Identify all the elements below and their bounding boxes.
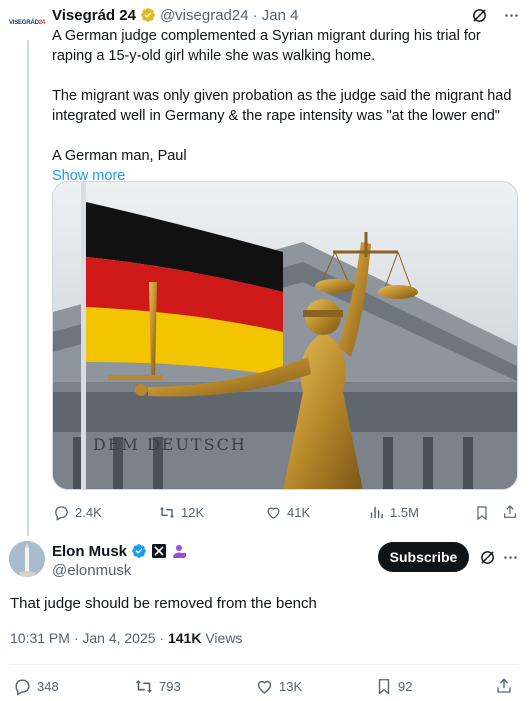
parent-like-button[interactable]: 41K [265, 504, 310, 521]
tweet-meta: 10:31 PM · Jan 4, 2025 · 141K Views [10, 630, 242, 646]
parent-tweet-text: A German judge complemented a Syrian mig… [52, 26, 520, 166]
main-tweet-text: That judge should be removed from the be… [10, 595, 317, 612]
premium-icon [173, 545, 187, 558]
tweet-date[interactable]: · Jan 4 [253, 7, 299, 24]
main-author-row: Elon Musk [52, 541, 187, 561]
grok-icon[interactable] [478, 548, 496, 566]
author-name[interactable]: Visegrád 24 [52, 7, 136, 24]
reply-icon [15, 679, 30, 696]
verified-gold-badge-icon [141, 8, 155, 22]
like-count: 41K [287, 505, 311, 520]
parent-tweet-header: Visegrád 24 @visegrad24 · Jan 4 [52, 4, 520, 26]
subscribe-button[interactable]: Subscribe [378, 542, 469, 572]
verified-badge-icon [132, 544, 146, 558]
like-icon [257, 680, 272, 694]
main-repost-count: 793 [159, 679, 181, 694]
bookmark-icon [378, 679, 390, 695]
grok-icon[interactable] [470, 6, 488, 24]
divider [10, 664, 518, 665]
views-count: 1.5M [390, 505, 419, 520]
main-repost-button[interactable]: 793 [134, 677, 181, 696]
like-icon [267, 507, 280, 519]
main-author-name[interactable]: Elon Musk [52, 543, 127, 560]
more-icon[interactable] [502, 6, 520, 24]
main-reply-count: 348 [37, 679, 59, 694]
tweet-media-image[interactable]: DEM DEUTSCH [52, 181, 518, 490]
main-action-bar: 348 793 13K 92 [0, 675, 529, 699]
main-share-button[interactable] [495, 676, 513, 696]
repost-count: 12K [181, 505, 205, 520]
avatar-photo [9, 541, 45, 577]
elon-avatar[interactable] [9, 541, 45, 577]
share-icon [497, 678, 511, 693]
header-actions [470, 6, 520, 24]
views-icon [370, 506, 383, 519]
parent-bookmark-button[interactable] [474, 504, 490, 522]
lady-justice-image: DEM DEUTSCH [53, 182, 517, 489]
tweet-paragraph-3: A German man, Paul [52, 148, 187, 164]
views-label: Views [201, 630, 243, 646]
main-author-handle[interactable]: @elonmusk [52, 561, 187, 581]
avatar-logo-text: VISEGRÁD24 [8, 20, 46, 26]
reply-count: 2.4K [75, 505, 102, 520]
parent-tweet: Visegrád 24 @visegrad24 · Jan 4 A German… [52, 4, 520, 186]
main-bookmark-button[interactable]: 92 [375, 677, 412, 696]
main-like-count: 13K [279, 679, 303, 694]
building-inscription: DEM DEUTSCH [93, 435, 247, 454]
main-bookmark-count: 92 [398, 679, 413, 694]
more-icon[interactable] [501, 548, 519, 566]
views-number: 141K [167, 630, 202, 646]
share-icon [504, 505, 516, 518]
main-tweet-header: Elon Musk @elonmusk [52, 541, 187, 581]
repost-icon [159, 506, 175, 519]
bookmark-icon [477, 506, 487, 521]
x-affiliate-icon[interactable] [151, 543, 167, 559]
tweet-paragraph-1: A German judge complemented a Syrian mig… [52, 28, 481, 64]
tweet-timestamp[interactable]: 10:31 PM · Jan 4, 2025 · [10, 630, 168, 646]
main-like-button[interactable]: 13K [255, 677, 302, 696]
parent-reply-button[interactable]: 2.4K [53, 504, 102, 521]
parent-share-button[interactable] [502, 503, 518, 521]
thread-connector [27, 40, 29, 536]
tweet-paragraph-2: The migrant was only given probation as … [52, 88, 512, 124]
parent-views-button[interactable]: 1.5M [368, 504, 419, 521]
parent-repost-button[interactable]: 12K [158, 504, 204, 521]
main-reply-button[interactable]: 348 [13, 677, 59, 696]
author-handle[interactable]: @visegrad24 [160, 7, 249, 24]
reply-icon [55, 506, 68, 521]
repost-icon [136, 680, 152, 693]
visegrad-avatar[interactable]: VISEGRÁD24 [8, 10, 46, 36]
